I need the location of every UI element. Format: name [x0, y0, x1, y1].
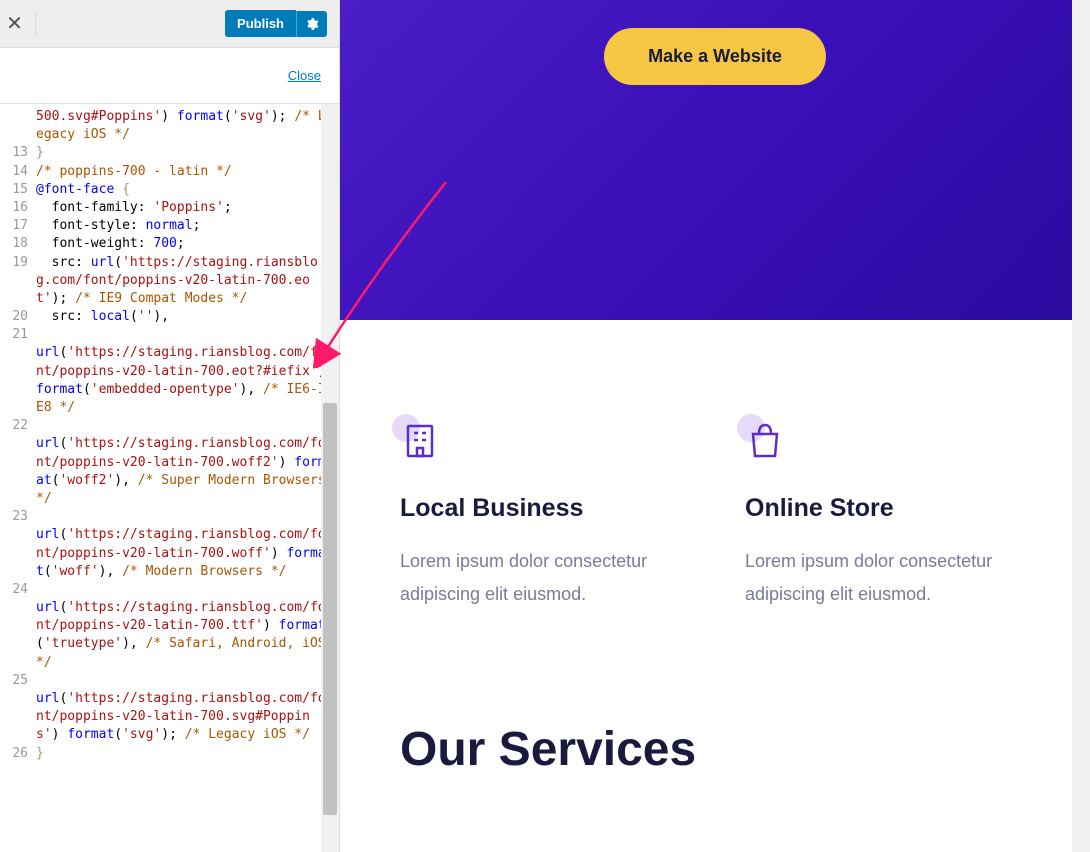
close-section-bar: Close [0, 48, 339, 104]
line-number [0, 599, 36, 672]
code-content[interactable] [36, 581, 339, 599]
line-number [0, 435, 36, 508]
code-line[interactable]: url('https://staging.riansblog.com/font/… [0, 526, 339, 581]
line-number: 13 [0, 144, 36, 162]
code-content[interactable]: font-family: 'Poppins'; [36, 199, 339, 217]
code-content[interactable] [36, 417, 339, 435]
code-content[interactable]: url('https://staging.riansblog.com/font/… [36, 435, 339, 508]
code-line[interactable]: url('https://staging.riansblog.com/font/… [0, 599, 339, 672]
code-content[interactable] [36, 672, 339, 690]
code-line[interactable]: url('https://staging.riansblog.com/font/… [0, 435, 339, 508]
code-line[interactable]: 18 font-weight: 700; [0, 235, 339, 253]
services-title: Our Services [400, 722, 1030, 777]
line-number: 22 [0, 417, 36, 435]
building-icon [400, 420, 444, 464]
code-content[interactable]: src: url('https://staging.riansblog.com/… [36, 254, 339, 309]
sidebar-header: ✕ Publish [0, 0, 339, 48]
shopping-bag-icon [745, 420, 789, 464]
line-number: 26 [0, 745, 36, 763]
line-number: 25 [0, 672, 36, 690]
code-line[interactable]: 15@font-face { [0, 181, 339, 199]
line-number: 21 [0, 326, 36, 344]
code-content[interactable]: } [36, 745, 339, 763]
cta-button[interactable]: Make a Website [604, 28, 826, 85]
card-title: Online Store [745, 494, 1030, 523]
site-preview: Make a Website Local Business Lorem ipsu… [340, 0, 1090, 852]
line-number [0, 344, 36, 417]
code-content[interactable] [36, 508, 339, 526]
code-content[interactable]: font-weight: 700; [36, 235, 339, 253]
code-line[interactable]: 19 src: url('https://staging.riansblog.c… [0, 254, 339, 309]
header-actions: Publish [225, 10, 327, 37]
code-content[interactable]: } [36, 144, 339, 162]
feature-card: Online Store Lorem ipsum dolor consectet… [745, 420, 1030, 612]
card-title: Local Business [400, 494, 685, 523]
card-text: Lorem ipsum dolor consectetur adipiscing… [400, 545, 685, 612]
code-content[interactable] [36, 326, 339, 344]
line-number: 14 [0, 163, 36, 181]
preview-scrollbar[interactable] [1072, 0, 1090, 852]
code-content[interactable]: url('https://staging.riansblog.com/font/… [36, 690, 339, 745]
publish-settings-button[interactable] [296, 11, 327, 37]
line-number: 19 [0, 254, 36, 309]
code-line[interactable]: 21 [0, 326, 339, 344]
code-line[interactable]: 26} [0, 745, 339, 763]
line-number [0, 690, 36, 745]
code-line[interactable]: 25 [0, 672, 339, 690]
code-content[interactable]: @font-face { [36, 181, 339, 199]
feature-cards: Local Business Lorem ipsum dolor consect… [340, 320, 1090, 652]
customizer-sidebar: ✕ Publish Close 500.svg#Poppins') format… [0, 0, 340, 852]
close-panel-button[interactable]: ✕ [12, 12, 36, 36]
services-section: Our Services [340, 652, 1090, 797]
line-number: 18 [0, 235, 36, 253]
close-link[interactable]: Close [288, 68, 321, 83]
code-content[interactable]: font-style: normal; [36, 217, 339, 235]
card-text: Lorem ipsum dolor consectetur adipiscing… [745, 545, 1030, 612]
line-number [0, 108, 36, 144]
line-number: 20 [0, 308, 36, 326]
code-line[interactable]: 17 font-style: normal; [0, 217, 339, 235]
code-line[interactable]: 24 [0, 581, 339, 599]
code-line[interactable]: 16 font-family: 'Poppins'; [0, 199, 339, 217]
code-line[interactable]: 23 [0, 508, 339, 526]
code-line[interactable]: 14/* poppins-700 - latin */ [0, 163, 339, 181]
code-content[interactable]: src: local(''), [36, 308, 339, 326]
code-line[interactable]: 13} [0, 144, 339, 162]
feature-card: Local Business Lorem ipsum dolor consect… [400, 420, 685, 612]
publish-button[interactable]: Publish [225, 10, 296, 37]
code-line[interactable]: 22 [0, 417, 339, 435]
hero-section: Make a Website [340, 0, 1090, 320]
editor-scrollbar[interactable] [321, 104, 339, 852]
code-content[interactable]: url('https://staging.riansblog.com/font/… [36, 599, 339, 672]
code-content[interactable]: /* poppins-700 - latin */ [36, 163, 339, 181]
gear-icon [305, 17, 319, 31]
css-code-editor[interactable]: 500.svg#Poppins') format('svg'); /* Lega… [0, 104, 339, 852]
code-line[interactable]: url('https://staging.riansblog.com/font/… [0, 344, 339, 417]
code-content[interactable]: url('https://staging.riansblog.com/font/… [36, 526, 339, 581]
line-number: 23 [0, 508, 36, 526]
code-line[interactable]: url('https://staging.riansblog.com/font/… [0, 690, 339, 745]
line-number [0, 526, 36, 581]
line-number: 24 [0, 581, 36, 599]
code-line[interactable]: 500.svg#Poppins') format('svg'); /* Lega… [0, 108, 339, 144]
line-number: 15 [0, 181, 36, 199]
code-line[interactable]: 20 src: local(''), [0, 308, 339, 326]
line-number: 16 [0, 199, 36, 217]
line-number: 17 [0, 217, 36, 235]
code-content[interactable]: 500.svg#Poppins') format('svg'); /* Lega… [36, 108, 339, 144]
code-content[interactable]: url('https://staging.riansblog.com/font/… [36, 344, 339, 417]
